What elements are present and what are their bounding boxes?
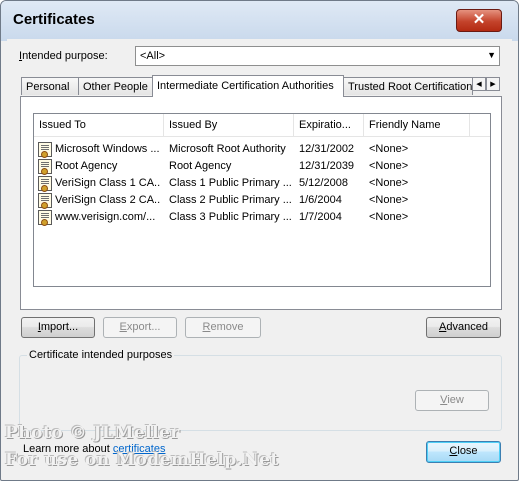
- intended-purposes-label: Certificate intended purposes: [27, 349, 175, 361]
- tab-scroll-left-icon[interactable]: ◀: [472, 77, 486, 91]
- tab-other-people[interactable]: Other People: [78, 77, 153, 95]
- cell-expiration: 1/7/2004: [299, 211, 342, 223]
- cell-issued-to: VeriSign Class 1 CA...: [55, 177, 161, 189]
- view-button[interactable]: View: [415, 390, 489, 411]
- cell-friendly-name: <None>: [369, 160, 409, 172]
- intended-purpose-select[interactable]: <All> ▼: [135, 46, 500, 66]
- title-bar[interactable]: Certificates ✕: [1, 1, 518, 41]
- table-row[interactable]: VeriSign Class 1 CA... Class 1 Public Pr…: [34, 175, 490, 192]
- cell-friendly-name: <None>: [369, 143, 409, 155]
- table-row[interactable]: Microsoft Windows ... Microsoft Root Aut…: [34, 141, 490, 158]
- chevron-down-icon: ▼: [487, 50, 496, 60]
- tab-intermediate-certification-authorities[interactable]: Intermediate Certification Authorities: [152, 75, 344, 97]
- cell-issued-to: VeriSign Class 2 CA...: [55, 194, 161, 206]
- tab-strip: Personal Other People Intermediate Certi…: [21, 75, 500, 97]
- cell-friendly-name: <None>: [369, 211, 409, 223]
- column-expiration[interactable]: Expiratio...: [294, 114, 364, 136]
- cell-issued-to: Microsoft Windows ...: [55, 143, 160, 155]
- intended-purpose-label: Intended purpose:: [19, 50, 108, 62]
- intended-purpose-value: <All>: [140, 50, 166, 62]
- dialog-body: Intended purpose: <All> ▼ Personal Other…: [7, 39, 512, 474]
- cell-issued-by: Class 2 Public Primary ...: [169, 194, 292, 206]
- cell-expiration: 1/6/2004: [299, 194, 342, 206]
- certificate-list[interactable]: Issued To Issued By Expiratio... Friendl…: [33, 113, 491, 287]
- column-issued-to[interactable]: Issued To: [34, 114, 164, 136]
- tab-personal[interactable]: Personal: [21, 77, 79, 95]
- cell-issued-by: Microsoft Root Authority: [169, 143, 286, 155]
- table-row[interactable]: www.verisign.com/... Class 3 Public Prim…: [34, 209, 490, 226]
- cell-friendly-name: <None>: [369, 194, 409, 206]
- certificate-icon: [38, 210, 52, 226]
- list-header: Issued To Issued By Expiratio... Friendl…: [34, 114, 490, 137]
- certificates-dialog: Certificates ✕ Intended purpose: <All> ▼…: [0, 0, 519, 481]
- certificate-icon: [38, 193, 52, 209]
- cell-expiration: 12/31/2002: [299, 143, 355, 155]
- cell-issued-to: Root Agency: [55, 160, 118, 172]
- cell-expiration: 5/12/2008: [299, 177, 348, 189]
- certificate-icon: [38, 142, 52, 158]
- column-friendly-name[interactable]: Friendly Name: [364, 114, 470, 136]
- certificate-icon: [38, 176, 52, 192]
- table-row[interactable]: VeriSign Class 2 CA... Class 2 Public Pr…: [34, 192, 490, 209]
- cell-expiration: 12/31/2039: [299, 160, 355, 172]
- close-window-button[interactable]: ✕: [456, 9, 502, 32]
- cell-friendly-name: <None>: [369, 177, 409, 189]
- close-button[interactable]: Close: [426, 441, 501, 463]
- advanced-button[interactable]: Advanced: [426, 317, 501, 338]
- table-row[interactable]: Root Agency Root Agency 12/31/2039 <None…: [34, 158, 490, 175]
- cell-issued-by: Root Agency: [169, 160, 232, 172]
- cell-issued-by: Class 3 Public Primary ...: [169, 211, 292, 223]
- watermark-line-2: For use on ModemHelp.Net: [5, 450, 279, 470]
- cell-issued-by: Class 1 Public Primary ...: [169, 177, 292, 189]
- window-title: Certificates: [13, 11, 95, 28]
- cell-issued-to: www.verisign.com/...: [55, 211, 156, 223]
- tab-trusted-root-certification[interactable]: Trusted Root Certification: [343, 77, 473, 95]
- tab-scroll-right-icon[interactable]: ▶: [486, 77, 500, 91]
- column-issued-by[interactable]: Issued By: [164, 114, 294, 136]
- watermark-line-1: Photo © JLMeller: [5, 423, 180, 443]
- import-button[interactable]: Import...: [21, 317, 95, 338]
- certificate-icon: [38, 159, 52, 175]
- tab-panel: Issued To Issued By Expiratio... Friendl…: [20, 96, 502, 310]
- export-button[interactable]: Export...: [103, 317, 177, 338]
- remove-button[interactable]: Remove: [185, 317, 261, 338]
